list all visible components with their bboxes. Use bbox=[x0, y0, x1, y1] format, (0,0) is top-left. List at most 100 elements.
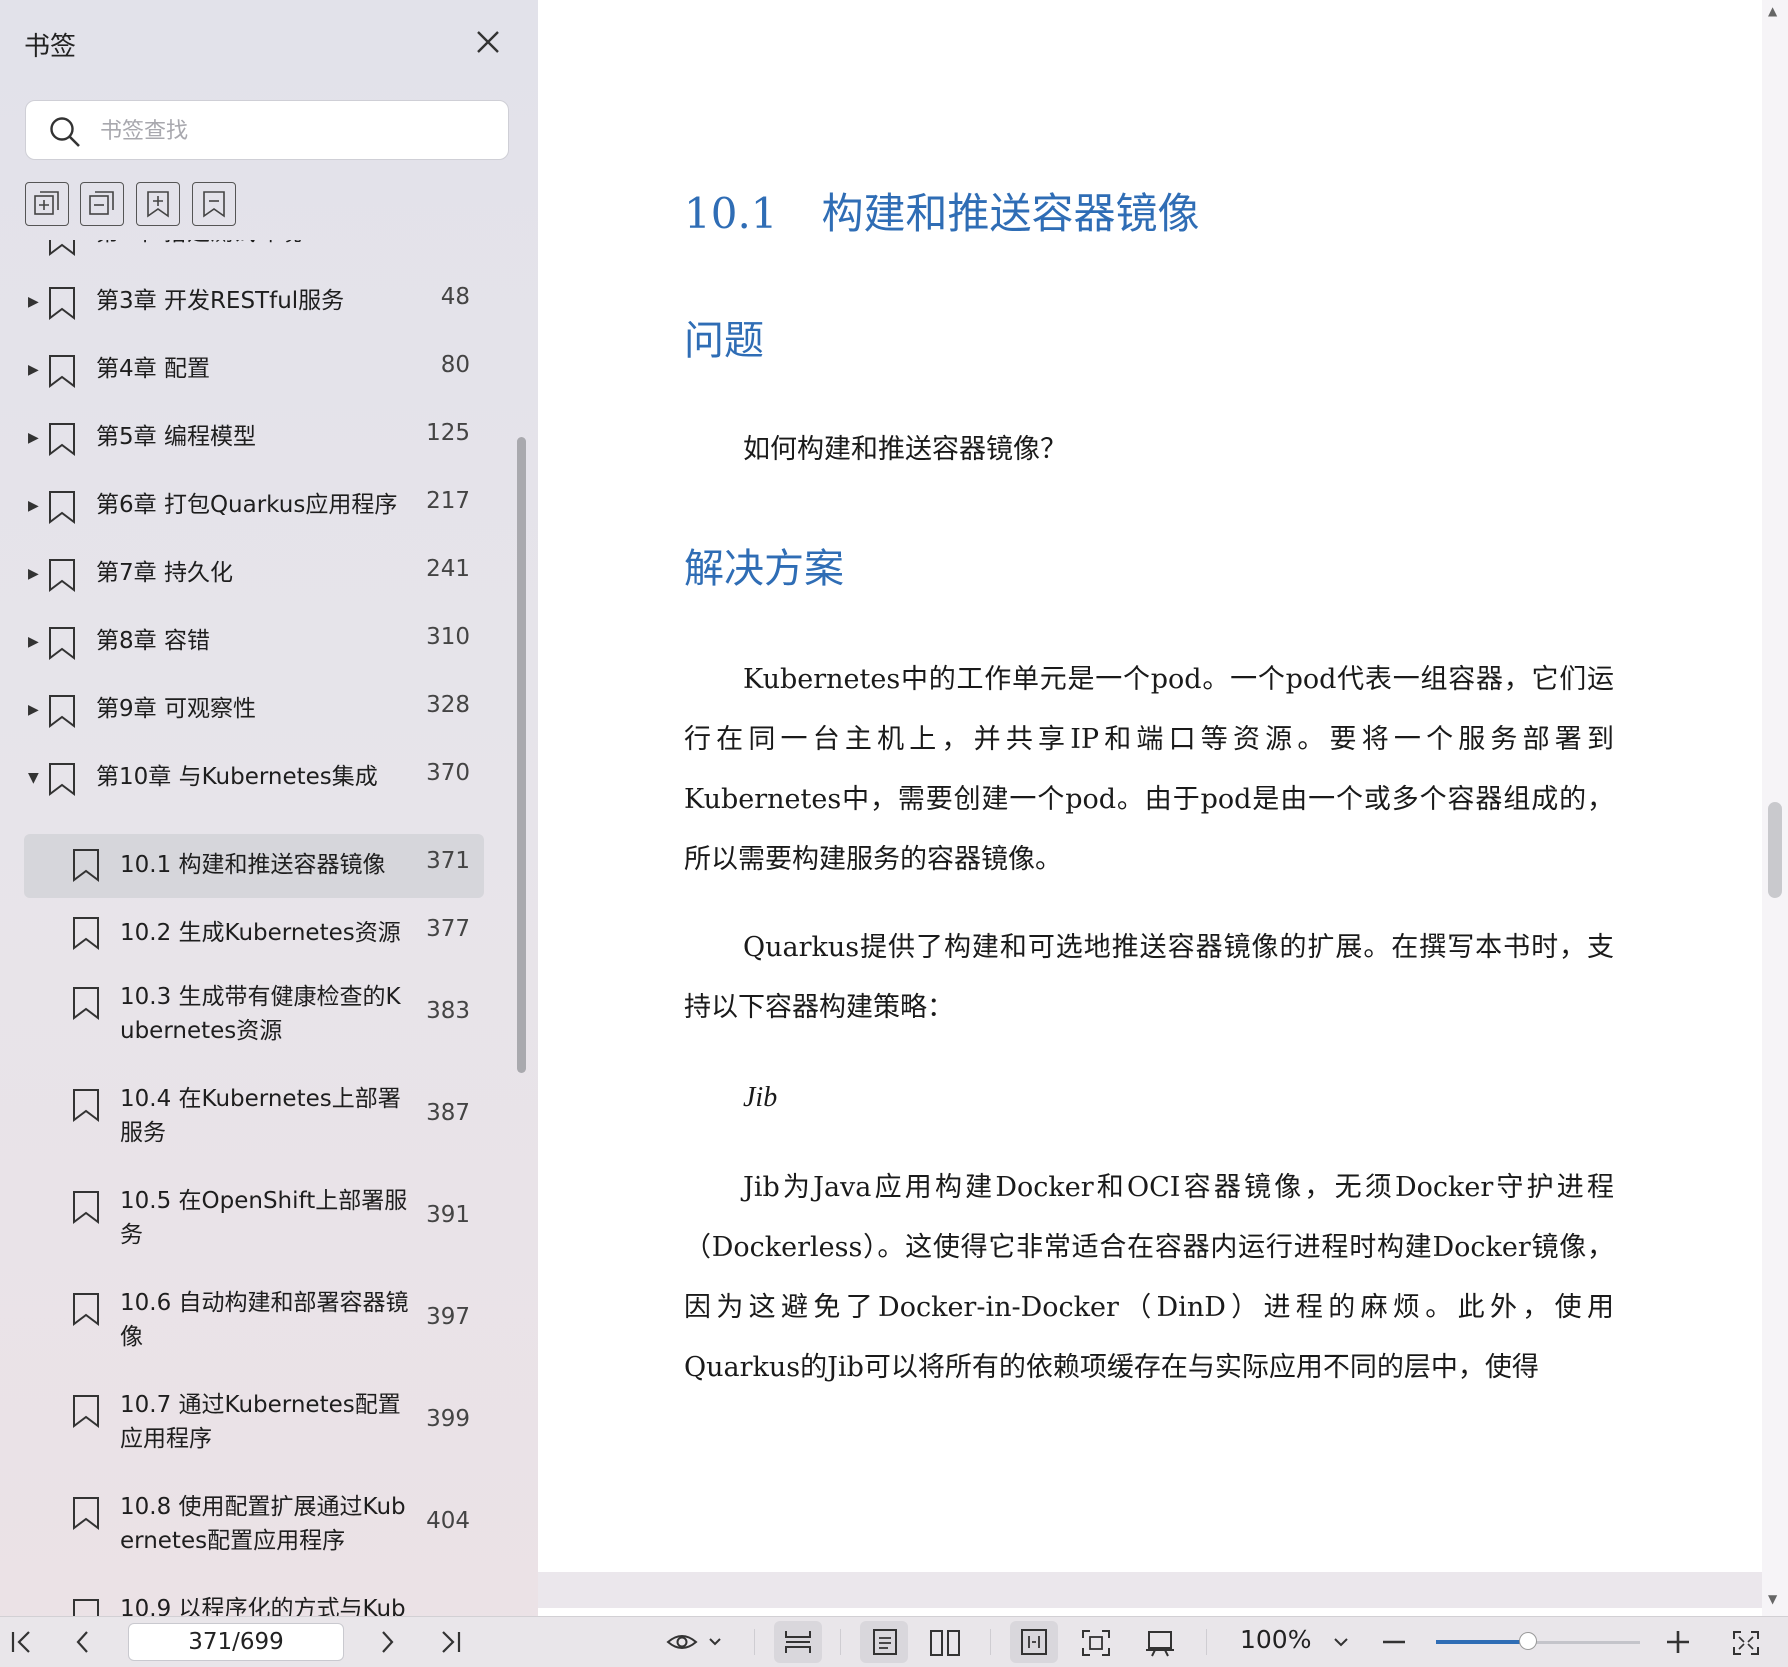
sidebar-title: 书签 bbox=[24, 32, 77, 62]
separator bbox=[754, 1629, 755, 1655]
bookmark-subitem-10-7[interactable]: 10.7 通过Kubernetes配置 应用程序 399 bbox=[0, 1388, 538, 1468]
bookmark-icon bbox=[48, 354, 76, 392]
bookmark-page: 404 bbox=[426, 1508, 470, 1534]
bookmark-subitem-10-1[interactable]: 10.1 构建和推送容器镜像 371 bbox=[0, 834, 538, 898]
section-title: 构建和推送容器镜像 bbox=[821, 189, 1200, 238]
collapse-all-icon[interactable] bbox=[80, 182, 124, 226]
bottom-toolbar: 371/699 100% bbox=[0, 1616, 1788, 1667]
bookmark-subitem-10-9[interactable]: 10.9 以程序化的方式与Kub bbox=[0, 1592, 538, 1616]
bookmark-subitem-10-8[interactable]: 10.8 使用配置扩展通过Kub ernetes配置应用程序 404 bbox=[0, 1490, 538, 1570]
bookmark-search-box[interactable] bbox=[25, 100, 509, 160]
bookmark-icon bbox=[48, 240, 76, 260]
expand-all-icon[interactable] bbox=[25, 182, 69, 226]
bookmark-subitem-10-5[interactable]: 10.5 在OpenShift上部署服 务 391 bbox=[0, 1184, 538, 1264]
scroll-up-arrow-icon[interactable]: ▲ bbox=[1768, 4, 1777, 18]
expand-triangle-icon[interactable]: ▶ bbox=[28, 702, 39, 718]
continuous-scroll-icon[interactable] bbox=[774, 1621, 822, 1663]
view-mode-eye-icon[interactable] bbox=[666, 1617, 726, 1667]
bookmark-page: 48 bbox=[440, 284, 470, 310]
bookmark-page: 391 bbox=[426, 1202, 470, 1228]
bookmark-subitem-10-3[interactable]: 10.3 生成带有健康检查的K ubernetes资源 383 bbox=[0, 980, 538, 1060]
fit-page-icon[interactable] bbox=[1080, 1617, 1120, 1667]
separator bbox=[1206, 1629, 1207, 1655]
bookmark-icon bbox=[72, 1598, 100, 1616]
bookmark-icon bbox=[72, 1292, 100, 1330]
last-page-icon[interactable] bbox=[436, 1617, 472, 1667]
bookmark-item-ch3[interactable]: ▶ 第3章 开发RESTful服务 48 bbox=[0, 276, 538, 332]
bookmark-search-input[interactable] bbox=[98, 111, 492, 151]
bookmark-item-ch5[interactable]: ▶ 第5章 编程模型 125 bbox=[0, 412, 538, 468]
bookmark-tree: 第2章 搭建测试环境 24 ▶ 第3章 开发RESTful服务 48 ▶ 第4章… bbox=[0, 240, 538, 1616]
bookmark-item-ch7[interactable]: ▶ 第7章 持久化 241 bbox=[0, 548, 538, 604]
close-icon[interactable] bbox=[470, 24, 506, 60]
bookmark-page: 371 bbox=[426, 848, 470, 874]
zoom-slider-knob[interactable] bbox=[1518, 1632, 1537, 1650]
bookmark-label-line2: 像 bbox=[120, 1324, 143, 1350]
expand-triangle-icon[interactable]: ▶ bbox=[28, 294, 39, 310]
zoom-out-icon[interactable] bbox=[1380, 1617, 1414, 1667]
bookmark-page: 125 bbox=[426, 420, 470, 446]
expand-triangle-icon[interactable]: ▶ bbox=[28, 498, 39, 514]
collapse-triangle-icon[interactable]: ▼ bbox=[28, 770, 39, 786]
zoom-level[interactable]: 100% bbox=[1240, 1625, 1311, 1654]
single-page-icon[interactable] bbox=[860, 1621, 908, 1663]
bookmark-subitem-10-4[interactable]: 10.4 在Kubernetes上部署 服务 387 bbox=[0, 1082, 538, 1162]
bookmark-icon bbox=[72, 1088, 100, 1126]
bookmark-page: 241 bbox=[426, 556, 470, 582]
separator bbox=[840, 1629, 841, 1655]
expand-triangle-icon[interactable]: ▶ bbox=[28, 566, 39, 582]
bookmark-icon bbox=[48, 626, 76, 664]
bookmark-item-ch4[interactable]: ▶ 第4章 配置 80 bbox=[0, 344, 538, 400]
expand-triangle-icon[interactable]: ▶ bbox=[28, 634, 39, 650]
bookmark-label-line1: 10.5 在OpenShift上部署服 bbox=[120, 1188, 408, 1214]
prev-page-icon[interactable] bbox=[72, 1617, 102, 1667]
bookmark-item-ch6[interactable]: ▶ 第6章 打包Quarkus应用程序 217 bbox=[0, 480, 538, 536]
fullscreen-icon[interactable] bbox=[1730, 1617, 1770, 1667]
bookmark-label-line2: ernetes配置应用程序 bbox=[120, 1528, 346, 1554]
presentation-icon[interactable] bbox=[1144, 1617, 1184, 1667]
fit-width-icon[interactable] bbox=[1010, 1621, 1058, 1663]
bookmark-icon bbox=[72, 986, 100, 1024]
bookmark-item-ch9[interactable]: ▶ 第9章 可观察性 328 bbox=[0, 684, 538, 740]
zoom-slider-fill bbox=[1436, 1640, 1528, 1644]
next-page-icon[interactable] bbox=[376, 1617, 406, 1667]
zoom-in-icon[interactable] bbox=[1664, 1617, 1698, 1667]
bookmark-icon bbox=[72, 1394, 100, 1432]
bookmark-page: 80 bbox=[440, 352, 470, 378]
document-scroll-thumb[interactable] bbox=[1768, 802, 1782, 898]
bookmark-label: 第7章 持久化 bbox=[96, 560, 233, 586]
bookmark-icon bbox=[48, 490, 76, 528]
bookmark-page: 399 bbox=[426, 1406, 470, 1432]
bookmark-label-line1: 10.8 使用配置扩展通过Kub bbox=[120, 1494, 406, 1520]
bookmark-label-line1: 10.3 生成带有健康检查的K bbox=[120, 984, 401, 1010]
bookmark-label: 第6章 打包Quarkus应用程序 bbox=[96, 492, 398, 518]
bookmark-page: 377 bbox=[426, 916, 470, 942]
bookmark-label: 10.2 生成Kubernetes资源 bbox=[120, 920, 401, 946]
bookmark-label-line2: ubernetes资源 bbox=[120, 1018, 283, 1044]
bookmark-icon bbox=[48, 694, 76, 732]
paragraph-2: Quarkus提供了构建和可选地推送容器镜像的扩展。在撰写本书时，支持以下容器构… bbox=[684, 932, 1614, 1023]
bookmark-icon bbox=[72, 1190, 100, 1228]
expand-triangle-icon[interactable]: ▶ bbox=[28, 430, 39, 446]
sidebar-scrollbar[interactable] bbox=[517, 437, 526, 1073]
bookmark-label: 第8章 容错 bbox=[96, 628, 210, 654]
bookmark-item-partial[interactable]: 第2章 搭建测试环境 24 bbox=[0, 240, 538, 256]
zoom-dropdown-chevron-icon[interactable] bbox=[1330, 1617, 1358, 1667]
bookmark-item-ch10[interactable]: ▼ 第10章 与Kubernetes集成 370 bbox=[0, 752, 538, 808]
bookmark-page: 328 bbox=[426, 692, 470, 718]
bookmark-label: 10.1 构建和推送容器镜像 bbox=[120, 852, 386, 878]
add-bookmark-icon[interactable] bbox=[136, 182, 180, 226]
remove-bookmark-icon[interactable] bbox=[192, 182, 236, 226]
bookmark-subitem-10-6[interactable]: 10.6 自动构建和部署容器镜 像 397 bbox=[0, 1286, 538, 1366]
bookmark-subitem-10-2[interactable]: 10.2 生成Kubernetes资源 377 bbox=[0, 902, 538, 966]
page-number-input[interactable]: 371/699 bbox=[128, 1623, 344, 1661]
bookmark-icon bbox=[72, 916, 100, 954]
bookmark-icon bbox=[72, 848, 100, 886]
first-page-icon[interactable] bbox=[8, 1617, 44, 1667]
expand-triangle-icon[interactable]: ▶ bbox=[28, 362, 39, 378]
bookmark-item-ch8[interactable]: ▶ 第8章 容错 310 bbox=[0, 616, 538, 672]
two-page-icon[interactable] bbox=[928, 1617, 972, 1667]
problem-text: 如何构建和推送容器镜像？ bbox=[743, 434, 1067, 465]
scroll-down-arrow-icon[interactable]: ▼ bbox=[1768, 1592, 1777, 1606]
bookmark-label: 第4章 配置 bbox=[96, 356, 210, 382]
